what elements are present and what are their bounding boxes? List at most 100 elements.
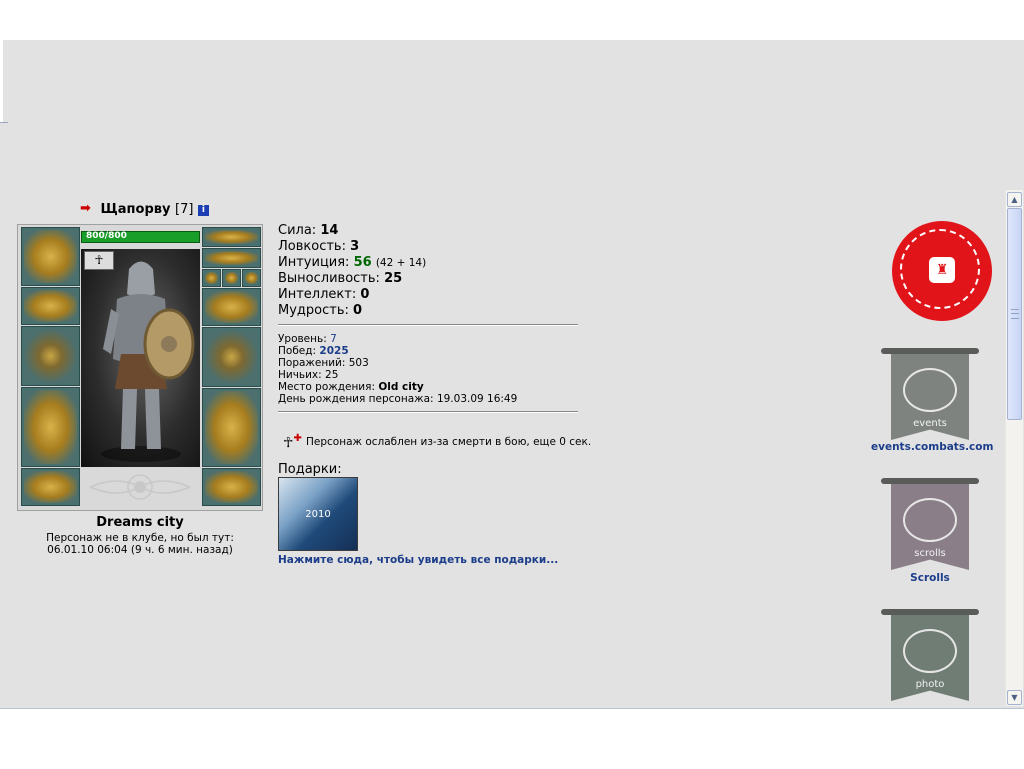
grip-icon <box>1011 309 1019 319</box>
character-portrait <box>81 249 200 467</box>
scroll-down-button[interactable]: ▼ <box>1007 690 1022 705</box>
fist-emblem-icon <box>89 474 191 500</box>
stat-endurance: Выносливость: 25 <box>278 271 426 287</box>
stat-value: 0 <box>353 303 363 318</box>
stat-value: 25 <box>384 271 403 286</box>
info-losses: Поражений: 503 <box>278 357 517 369</box>
ring1-slot[interactable] <box>202 269 221 287</box>
ring-icon <box>245 272 258 284</box>
club-status: Персонаж не в клубе, но был тут: 06.01.1… <box>17 532 263 556</box>
weakness-status: ☥✚ Персонаж ослаблен из-за смерти в бою, … <box>283 431 591 451</box>
photo-banner[interactable]: photo <box>881 609 979 706</box>
scroll-up-button[interactable]: ▲ <box>1007 192 1022 207</box>
stat-label: Мудрость: <box>278 303 349 318</box>
boots-slot[interactable] <box>202 468 261 506</box>
info-value: 7 <box>330 333 337 345</box>
stats-block: Сила: 14 Ловкость: 3 Интуиция: 56 (42 + … <box>278 223 426 319</box>
info-label: Уровень: <box>278 333 327 345</box>
info-label: Побед: <box>278 345 317 357</box>
gifts-link[interactable]: Нажмите сюда, чтобы увидеть все подарки.… <box>278 554 558 566</box>
hp-bar: 800/800 <box>81 231 200 243</box>
stat-value: 0 <box>360 287 370 302</box>
info-value: 19.03.09 16:49 <box>436 393 518 405</box>
trauma-icon[interactable]: ☥✚ <box>283 431 302 451</box>
sword-icon <box>205 330 258 384</box>
lion-banner[interactable]: ♜ <box>892 221 992 321</box>
city-name: Dreams city <box>96 515 184 530</box>
ring3-slot[interactable] <box>242 269 261 287</box>
info-level: Уровень: 7 <box>278 333 517 345</box>
stat-value: 56 <box>353 255 372 270</box>
info-icon[interactable]: i <box>197 205 209 216</box>
flag-pole <box>881 348 979 354</box>
effect-badge-icon[interactable]: ☥ <box>84 251 114 270</box>
fist-icon <box>903 498 957 542</box>
stat-agility: Ловкость: 3 <box>278 239 426 255</box>
stat-value: 14 <box>320 223 339 238</box>
events-link[interactable]: events.combats.com <box>871 441 993 453</box>
info-value: 25 <box>325 369 339 381</box>
events-caption: events <box>913 418 947 429</box>
stat-label: Выносливость: <box>278 271 380 286</box>
fist-icon <box>903 629 957 673</box>
stat-label: Интуиция: <box>278 255 350 270</box>
knight-figure <box>101 261 195 462</box>
leggings-item-icon <box>205 391 258 464</box>
gifts-label: Подарки: <box>278 462 342 477</box>
hp-value: 800/800 <box>86 231 127 241</box>
right-weapon-slot[interactable] <box>202 327 261 387</box>
gloves-item-icon <box>205 291 258 323</box>
info-label: Место рождения: <box>278 381 375 393</box>
amulet-slot[interactable] <box>202 248 261 268</box>
divider <box>278 411 578 413</box>
belt-item-icon <box>24 471 77 503</box>
armor-item-icon <box>24 390 77 464</box>
arrow-right-icon[interactable]: ➡ <box>80 202 96 215</box>
helmet-slot[interactable] <box>21 227 80 286</box>
scrolls-link[interactable]: Scrolls <box>881 572 979 584</box>
ring2-slot[interactable] <box>222 269 241 287</box>
events-banner[interactable]: events <box>881 348 979 440</box>
stat-wisdom: Мудрость: 0 <box>278 303 426 319</box>
scroll-thumb[interactable] <box>1007 208 1022 420</box>
gloves-slot[interactable] <box>202 288 261 326</box>
photo-caption: photo <box>915 679 945 690</box>
armor-slot[interactable] <box>21 387 80 467</box>
info-birthday: День рождения персонажа: 19.03.09 16:49 <box>278 393 517 405</box>
bracers-slot[interactable] <box>21 287 80 325</box>
info-draws: Ничьих: 25 <box>278 369 517 381</box>
info-value: Old city <box>378 381 424 393</box>
earrings-slot[interactable] <box>202 227 261 247</box>
stat-label: Сила: <box>278 223 317 238</box>
ring-icon <box>205 272 218 284</box>
stat-value: 3 <box>350 239 360 254</box>
belt-slot[interactable] <box>21 468 80 506</box>
divider <box>278 324 578 326</box>
flag-pole <box>881 478 979 484</box>
boots-item-icon <box>205 471 258 503</box>
gift-item[interactable]: 2010 <box>278 477 358 551</box>
stat-intellect: Интеллект: 0 <box>278 287 426 303</box>
leggings-slot[interactable] <box>202 388 261 467</box>
lion-icon: ♜ <box>929 257 955 283</box>
sword-icon <box>24 329 77 383</box>
info-block: Уровень: 7 Побед: 2025 Поражений: 503 Ни… <box>278 333 517 405</box>
left-strip <box>0 40 3 122</box>
character-level: [7] <box>175 202 194 217</box>
stat-label: Ловкость: <box>278 239 346 254</box>
info-label: День рождения персонажа: <box>278 393 434 405</box>
wins-link[interactable]: 2025 <box>319 345 348 357</box>
flag-pole <box>881 609 979 615</box>
info-wins: Побед: 2025 <box>278 345 517 357</box>
bracers-item-icon <box>24 290 77 322</box>
stat-strength: Сила: 14 <box>278 223 426 239</box>
left-weapon-slot[interactable] <box>21 326 80 386</box>
browser-top-area <box>0 0 1024 40</box>
last-seen-text: 06.01.10 06:04 (9 ч. 6 мин. назад) <box>47 544 233 556</box>
scrolls-banner[interactable]: scrolls <box>881 478 979 570</box>
info-label: Ничьих: <box>278 369 322 381</box>
stat-bonus: (42 + 14) <box>375 257 427 269</box>
vertical-scrollbar[interactable]: ▲ ▼ <box>1005 190 1023 706</box>
earrings-item-icon <box>205 230 258 244</box>
info-birthplace: Место рождения: Old city <box>278 381 517 393</box>
